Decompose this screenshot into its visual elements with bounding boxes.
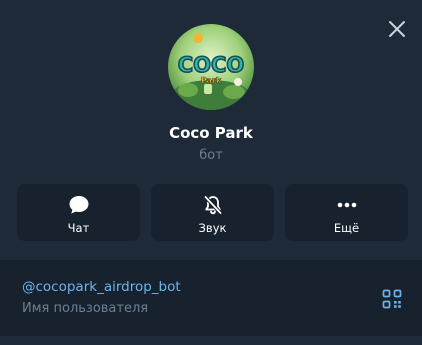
sound-button-label: Звук <box>198 221 227 235</box>
chat-button[interactable]: Чат <box>17 184 140 241</box>
bottom-divider <box>0 336 422 345</box>
qr-code-button[interactable] <box>382 289 402 309</box>
more-button[interactable]: Ещё <box>285 184 408 241</box>
info-section: @cocopark_airdrop_bot Имя пользователя <box>0 260 422 336</box>
profile-subtitle: бот <box>199 148 223 163</box>
bell-muted-icon <box>201 194 225 216</box>
qr-code-icon <box>382 289 402 309</box>
close-icon <box>389 21 405 37</box>
more-dots-icon <box>335 194 359 216</box>
username-link[interactable]: @cocopark_airdrop_bot <box>22 279 400 295</box>
chat-bubble-icon <box>67 194 91 216</box>
sound-button[interactable]: Звук <box>151 184 274 241</box>
close-button[interactable] <box>386 18 408 40</box>
avatar[interactable]: COCO Park <box>168 24 254 110</box>
chat-button-label: Чат <box>67 221 90 235</box>
avatar-logo-subtext: Park <box>201 76 222 85</box>
avatar-logo-text: COCO <box>178 53 245 77</box>
avatar-image: COCO Park <box>168 24 254 110</box>
action-buttons: Чат Звук Ещё <box>17 184 408 241</box>
more-button-label: Ещё <box>333 221 360 235</box>
profile-name: Coco Park <box>169 124 253 142</box>
username-caption: Имя пользователя <box>22 301 149 316</box>
